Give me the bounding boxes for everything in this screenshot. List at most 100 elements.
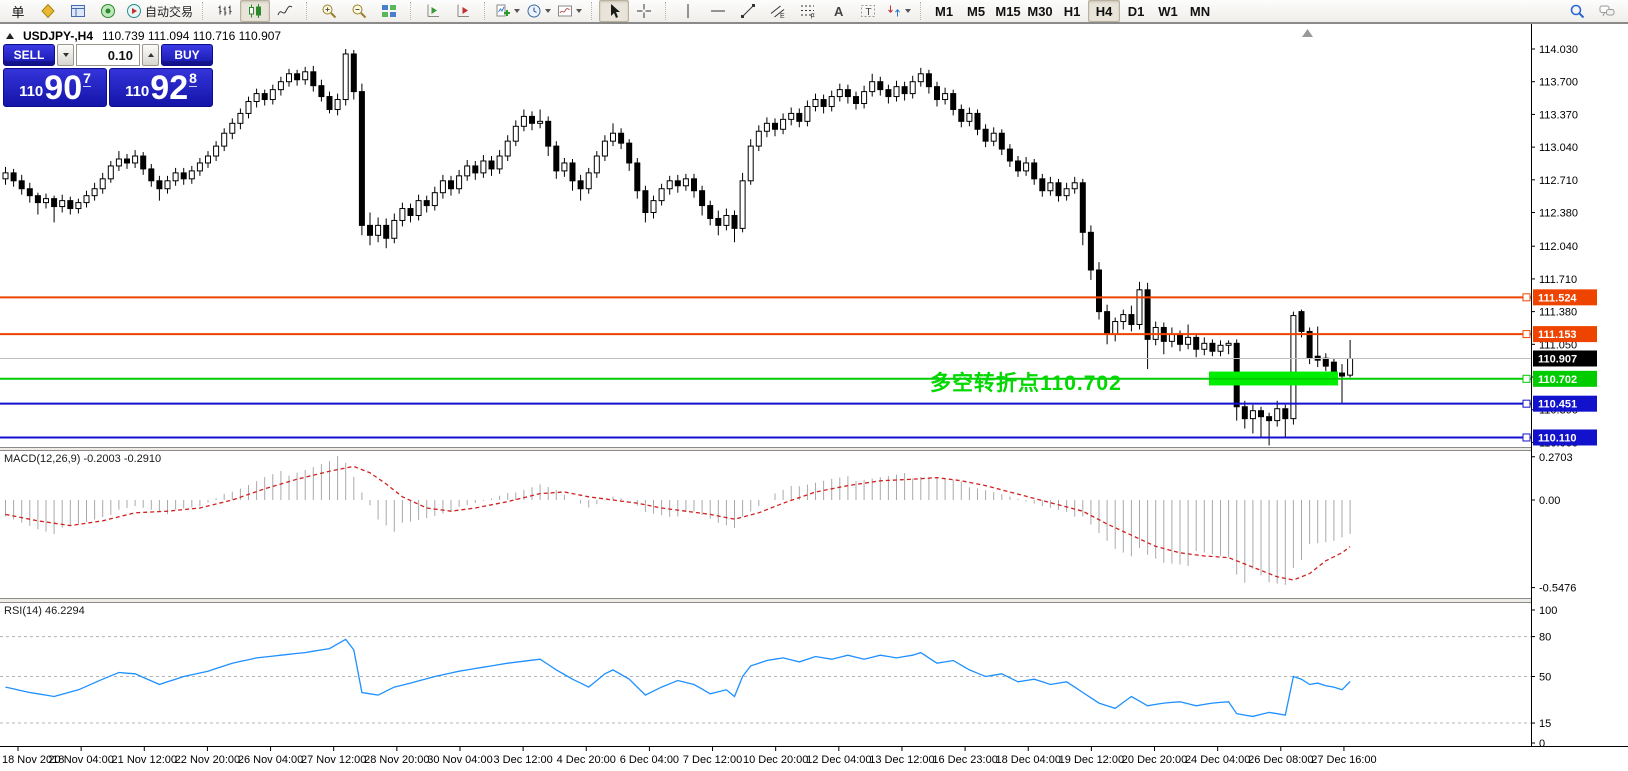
candle-body <box>877 81 884 91</box>
line-chart-button[interactable] <box>270 0 300 22</box>
price-tick-label: 111.710 <box>1539 274 1577 286</box>
candle-body <box>1217 344 1224 352</box>
market-watch-button[interactable] <box>63 0 93 22</box>
timeframe-h4-button[interactable]: H4 <box>1088 0 1121 22</box>
timeframe-m15-button[interactable]: M15 <box>992 0 1024 22</box>
timeframe-mn-button[interactable]: MN <box>1184 0 1216 22</box>
period-selector-dropdown-caret[interactable] <box>545 9 552 13</box>
rsi-axis-label: 15 <box>1539 718 1551 730</box>
candle-body <box>618 132 625 144</box>
tile-windows-button[interactable] <box>374 0 404 22</box>
navigator-button[interactable] <box>93 0 123 22</box>
time-tick-label: 10 Dec 20:00 <box>743 754 808 766</box>
timeframe-w1-button[interactable]: W1 <box>1152 0 1184 22</box>
support-line-1-price-text: 110.451 <box>1538 399 1577 411</box>
shift-icon <box>427 4 440 17</box>
vertical-line-tool-button[interactable] <box>673 0 703 22</box>
candle-body <box>172 172 179 182</box>
bars-icon <box>218 5 232 16</box>
symbol-name: USDJPY-,H4 <box>23 29 94 43</box>
candle-body <box>1120 314 1127 323</box>
chart-canvas[interactable]: 114.030 113.700 113.370 113.040 112.710 112.3… <box>0 0 1628 771</box>
candle-body <box>253 93 260 103</box>
time-tick-label: 27 Nov 12:00 <box>301 754 366 766</box>
fibonacci-tool-button[interactable]: F <box>793 0 823 22</box>
timeframe-group: M1 M5 M15 M30 H1 H4 D1 W1 MN <box>925 0 1219 22</box>
chart-template-dropdown-caret[interactable] <box>576 9 583 13</box>
buy-button[interactable]: BUY <box>161 44 213 66</box>
macd-label: MACD(12,26,9) -0.2003 -0.2910 <box>4 453 162 465</box>
candle-body <box>796 112 803 122</box>
equidistant-channel-tool-button[interactable]: E <box>763 0 793 22</box>
crosshair-mode-button[interactable] <box>629 0 659 22</box>
support-line-2-handle[interactable] <box>1522 433 1531 442</box>
resistance-line-1-handle[interactable] <box>1522 293 1531 302</box>
zoom-in-button[interactable] <box>314 0 344 22</box>
support-line-1-handle[interactable] <box>1522 399 1531 408</box>
candle-body <box>812 99 819 107</box>
textA-icon: A <box>834 4 844 19</box>
time-tick-label: 6 Dec 04:00 <box>620 754 679 766</box>
timeframe-m30-button[interactable]: M30 <box>1024 0 1056 22</box>
volume-input[interactable]: 0.10 <box>76 44 140 66</box>
candle-body <box>763 122 770 132</box>
volume-decrease-button[interactable] <box>57 44 74 66</box>
zoomin-icon <box>322 4 337 19</box>
new-chart-dropdown-caret[interactable] <box>514 9 521 13</box>
candle-body <box>464 165 471 177</box>
search-button[interactable] <box>1562 0 1592 22</box>
text-label-tool-button[interactable]: T <box>853 0 883 22</box>
trendline-tool-button[interactable] <box>733 0 763 22</box>
horizontal-line-tool-button[interactable] <box>703 0 733 22</box>
candle-body <box>229 122 236 134</box>
auto-scroll-button[interactable] <box>448 0 478 22</box>
rsi-axis-label: 0 <box>1539 738 1545 750</box>
arrows-tool-button[interactable] <box>883 0 914 22</box>
time-tick-label: 24 Dec 04:00 <box>1185 754 1250 766</box>
sell-button[interactable]: SELL <box>3 44 55 66</box>
candle-body <box>739 180 746 229</box>
bar-chart-button[interactable] <box>210 0 240 22</box>
macd-axis-label: 0.2703 <box>1539 452 1573 464</box>
timeframe-d1-button[interactable]: D1 <box>1120 0 1152 22</box>
sell-price-button[interactable]: 110 90 7 <box>3 68 107 107</box>
toolbar-group <box>207 0 303 22</box>
candle-body <box>626 142 633 164</box>
pivot-line-handle[interactable] <box>1522 374 1531 383</box>
zoom-out-button[interactable] <box>344 0 374 22</box>
candle-body <box>26 188 33 197</box>
arrows-tool-dropdown-caret[interactable] <box>905 9 912 13</box>
timeframe-m1-button[interactable]: M1 <box>928 0 960 22</box>
timeframe-m5-button[interactable]: M5 <box>960 0 992 22</box>
period-selector-button[interactable] <box>523 0 554 22</box>
candle-body <box>512 125 519 142</box>
volume-increase-button[interactable] <box>142 44 159 66</box>
macd-axis-label: 0.00 <box>1539 495 1560 507</box>
symbol-title-bar: USDJPY-,H4 110.739 111.094 110.716 110.9… <box>6 29 281 43</box>
chart-template-button[interactable] <box>554 0 585 22</box>
cursor-mode-button[interactable] <box>599 0 630 22</box>
candle-body <box>415 200 422 216</box>
new-order-button[interactable]: 单 <box>3 0 33 22</box>
new-chart-button[interactable] <box>492 0 523 22</box>
macd-axis-label: -0.5476 <box>1539 583 1576 595</box>
svg-text:F: F <box>811 14 815 20</box>
resistance-line-2-price-text: 111.153 <box>1538 329 1577 341</box>
timeframe-h1-button[interactable]: H1 <box>1056 0 1088 22</box>
candle-body <box>1339 372 1345 377</box>
candlestick-chart-button[interactable] <box>240 0 271 22</box>
auto-trading-button[interactable]: 自动交易 <box>123 0 196 22</box>
one-click-collapse-arrow[interactable] <box>6 33 14 39</box>
text-tool-button[interactable]: A <box>823 0 853 22</box>
channel-icon: E <box>770 5 785 19</box>
chart-profiles-button[interactable] <box>33 0 63 22</box>
cursor-icon <box>611 4 621 18</box>
crosshair-icon <box>637 4 652 18</box>
chat-button[interactable] <box>1592 0 1622 22</box>
toolbar: 单 自动交易 E F A T M1 M5 M15 M30 H1 H4 D1 W1 MN <box>0 0 1628 24</box>
pivot-line-price-text: 110.702 <box>1538 374 1577 386</box>
chart-shift-button[interactable] <box>418 0 448 22</box>
time-tick-label: 28 Nov 20:00 <box>364 754 429 766</box>
resistance-line-2-handle[interactable] <box>1522 330 1531 339</box>
buy-price-button[interactable]: 110 92 8 <box>109 68 213 107</box>
